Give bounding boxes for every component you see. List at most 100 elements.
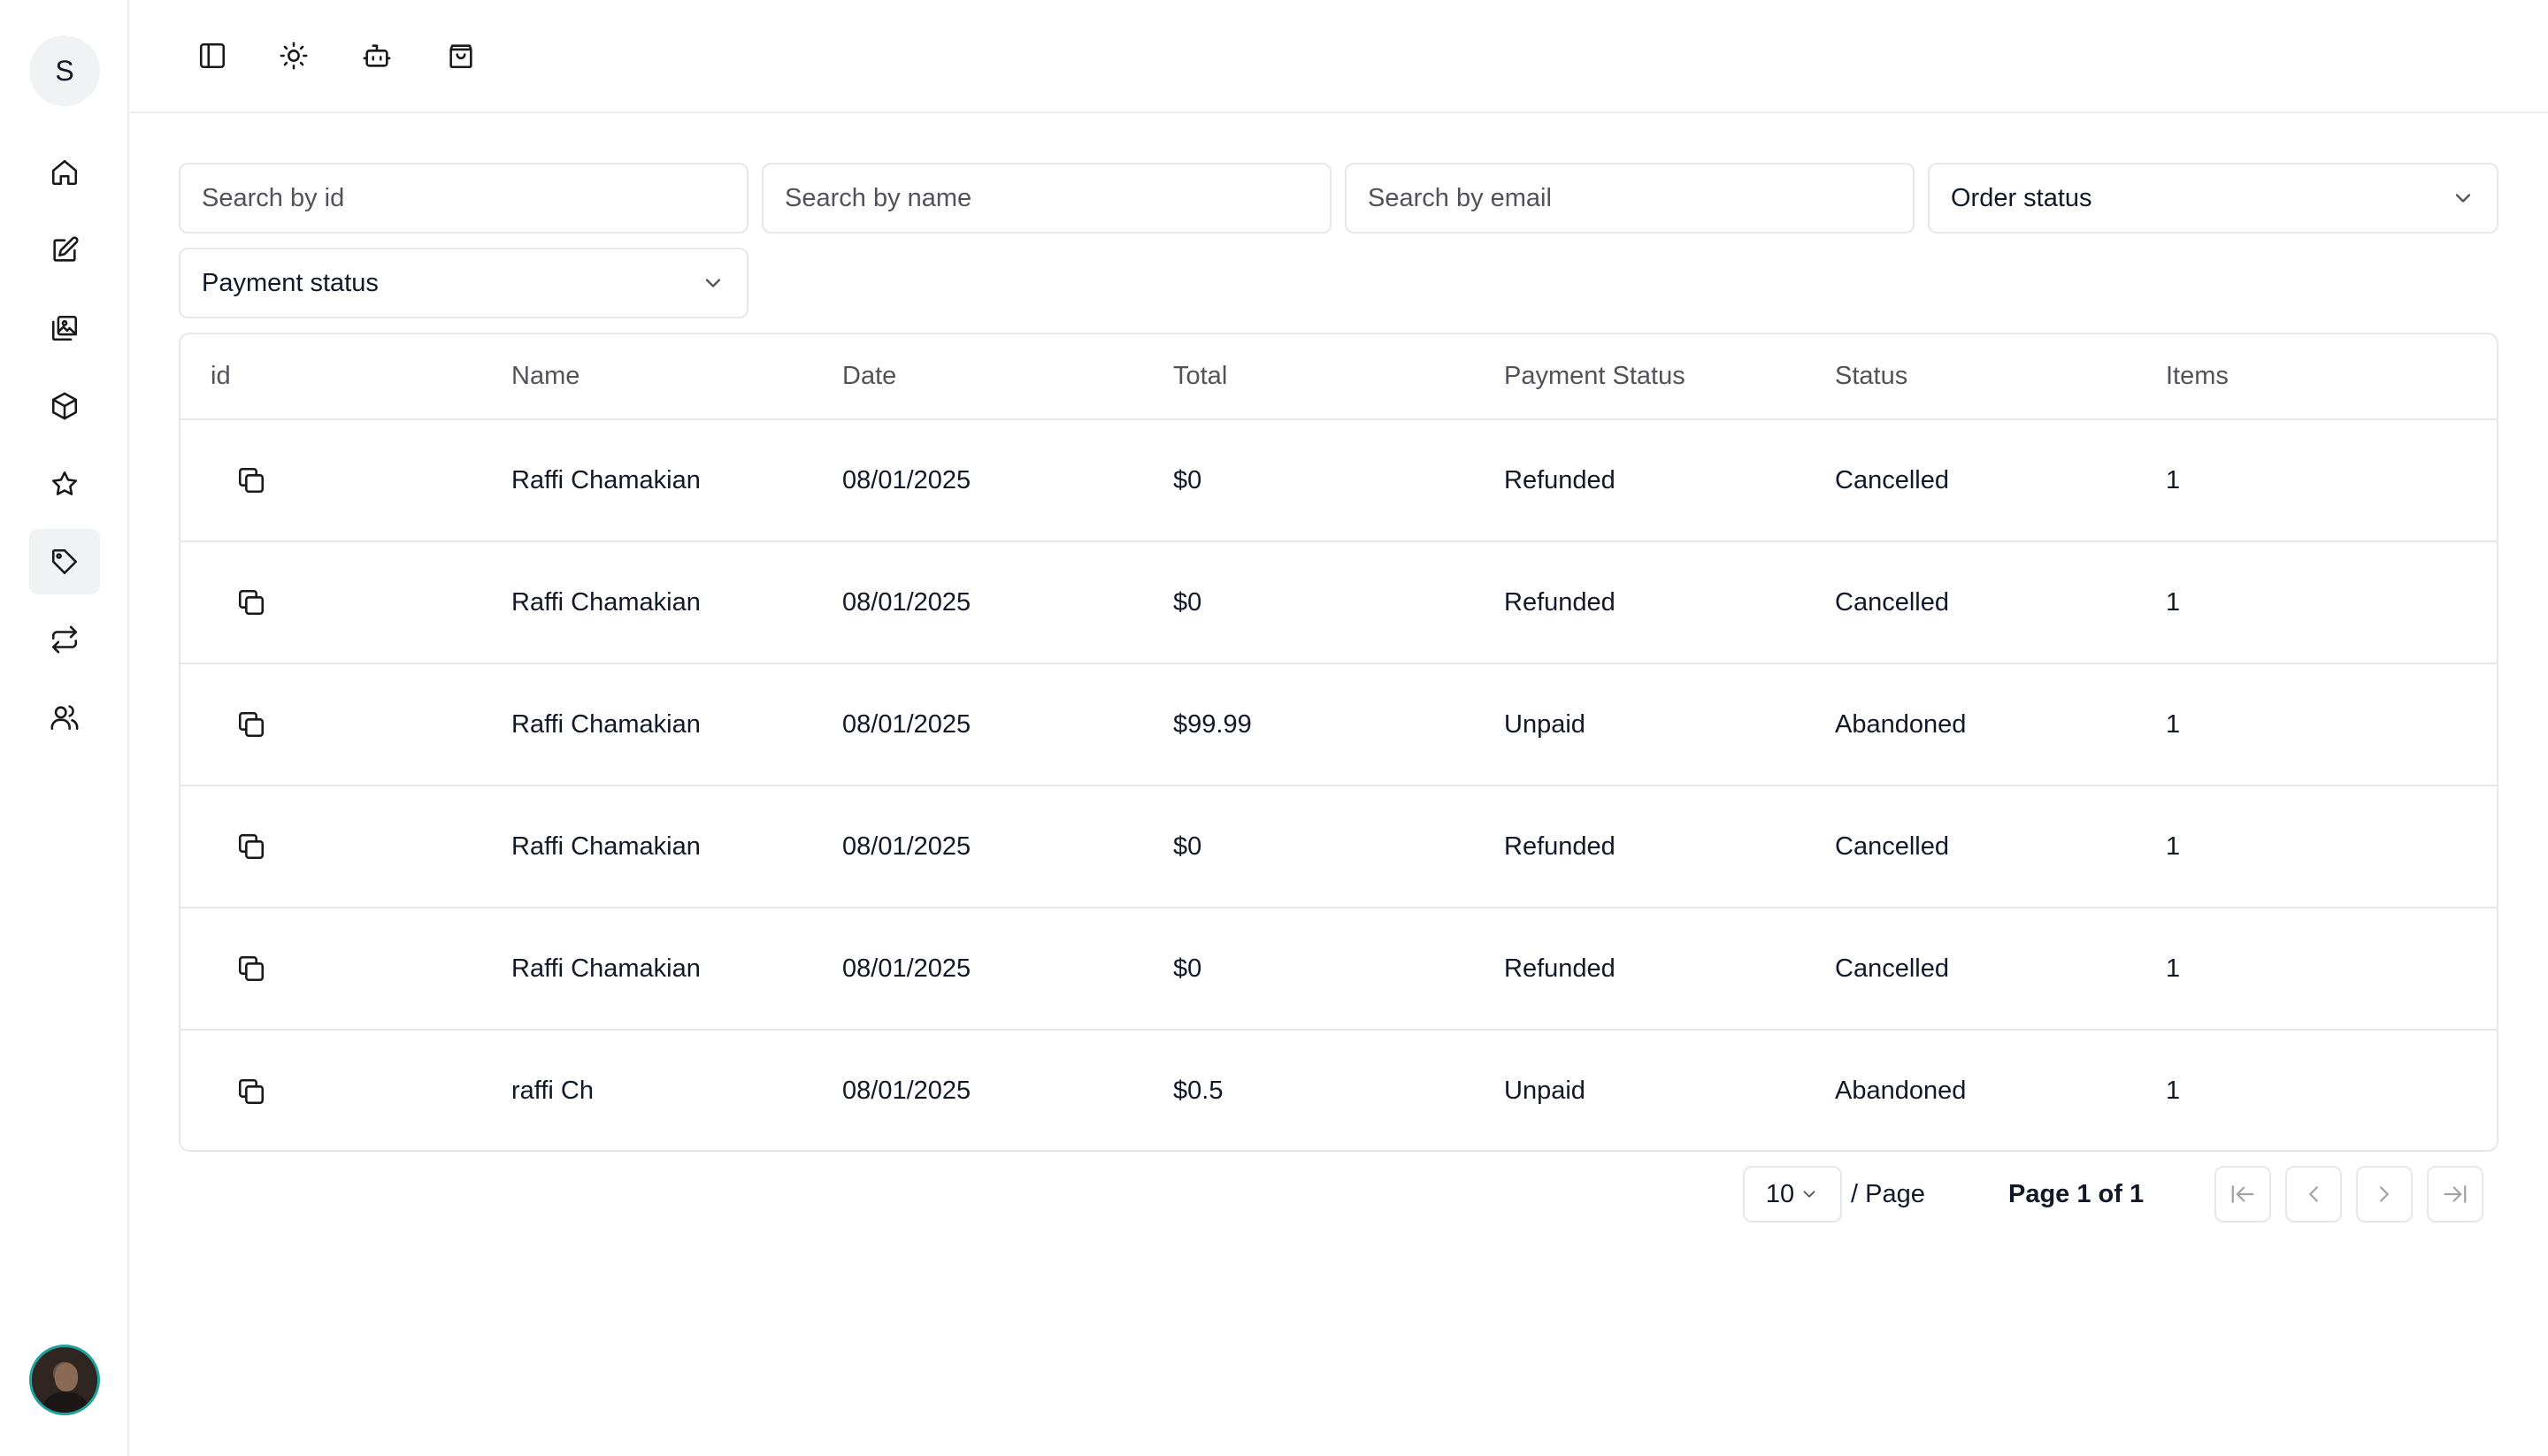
sidebar-item-transfers[interactable] [29, 607, 100, 672]
search-name-field[interactable] [762, 163, 1332, 234]
copy-id-button[interactable] [228, 1069, 274, 1115]
search-email-input[interactable] [1368, 183, 1892, 213]
date-cell: 08/01/2025 [842, 785, 1173, 908]
toggle-sidebar-button[interactable] [192, 35, 233, 76]
date-cell: 08/01/2025 [842, 663, 1173, 786]
order-status-select[interactable]: Order status [1928, 163, 2498, 234]
shopping-bag-icon [449, 44, 472, 69]
copy-id-button[interactable] [228, 579, 274, 625]
status-cell: Cancelled [1835, 541, 2166, 664]
search-email-field[interactable] [1345, 163, 1915, 234]
items-cell: 1 [2166, 1077, 2181, 1105]
copy-icon [238, 589, 265, 616]
id-cell [180, 541, 511, 664]
sidebar-item-edit[interactable] [29, 218, 100, 283]
chevron-down-icon [2455, 194, 2471, 203]
copy-id-button[interactable] [228, 701, 274, 747]
arrow-right-to-line-icon [2444, 1185, 2467, 1203]
items-cell: 1 [2166, 541, 2497, 664]
table-row[interactable]: Raffi Chamakian 08/01/2025 $0 Refunded C… [180, 785, 2497, 908]
payment-status-cell: Refunded [1504, 908, 1835, 1031]
avatar-face-shape [55, 1363, 78, 1391]
assistant-button[interactable] [357, 35, 397, 76]
sidebar-item-gallery[interactable] [29, 295, 100, 361]
table-row[interactable]: Raffi Chamakian 08/01/2025 $0 Refunded C… [180, 541, 2497, 664]
total-cell: $0 [1173, 541, 1504, 664]
column-header-items[interactable]: Items [2166, 334, 2497, 420]
items-cell: 1 [2166, 908, 2497, 1031]
id-cell [180, 785, 511, 908]
search-name-input[interactable] [785, 183, 1309, 213]
search-id-input[interactable] [202, 183, 725, 213]
users-icon [50, 705, 79, 731]
top-toolbar [129, 0, 2548, 113]
date-cell: 08/01/2025 [842, 1077, 971, 1105]
copy-icon [238, 833, 265, 860]
column-header-payment-status[interactable]: Payment Status [1504, 334, 1835, 420]
table-row[interactable]: raffi Ch 08/01/2025 $0.5 Unpaid Abandone… [180, 1030, 2497, 1150]
total-cell: $0.5 [1173, 1077, 1224, 1105]
store-button[interactable] [441, 35, 481, 76]
table-row[interactable]: Raffi Chamakian 08/01/2025 $0 Refunded C… [180, 908, 2497, 1031]
star-icon [51, 471, 78, 495]
sidebar-item-home[interactable] [29, 140, 100, 205]
status-cell: Cancelled [1835, 908, 2166, 1031]
id-cell [180, 908, 511, 1031]
payment-status-cell: Refunded [1504, 419, 1835, 542]
payment-status-cell: Refunded [1504, 541, 1835, 664]
theme-toggle-button[interactable] [273, 35, 314, 76]
chevron-right-icon [2380, 1186, 2389, 1202]
payment-status-label: Payment status [202, 268, 379, 297]
page-size-value: 10 [1765, 1179, 1795, 1208]
gallery-icon [51, 315, 78, 341]
last-page-button[interactable] [2427, 1166, 2483, 1222]
payment-status-select[interactable]: Payment status [179, 248, 748, 318]
total-cell: $0 [1173, 785, 1504, 908]
tag-icon [51, 548, 78, 575]
page-info: Page 1 of 1 [2008, 1180, 2145, 1208]
copy-id-button[interactable] [228, 824, 274, 870]
column-header-date[interactable]: Date [842, 334, 1173, 420]
user-avatar[interactable] [29, 1345, 100, 1415]
arrow-left-to-line-icon [2231, 1185, 2254, 1203]
column-header-id[interactable]: id [180, 334, 511, 420]
previous-page-button[interactable] [2285, 1166, 2342, 1222]
column-header-total[interactable]: Total [1173, 334, 1504, 420]
avatar-body-shape [42, 1391, 88, 1413]
payment-status-cell: Unpaid [1504, 663, 1835, 786]
copy-id-button[interactable] [228, 946, 274, 992]
name-cell: Raffi Chamakian [511, 419, 842, 542]
chevron-left-icon [2309, 1186, 2318, 1202]
sidebar-item-favorites[interactable] [29, 451, 100, 517]
edit-icon [53, 236, 79, 262]
sidebar-item-customers[interactable] [29, 685, 100, 750]
items-cell: 1 [2166, 785, 2497, 908]
total-cell: $0 [1173, 908, 1504, 1031]
column-header-name[interactable]: Name [511, 334, 842, 420]
chevron-down-icon [1803, 1191, 1815, 1198]
order-status-label: Order status [1951, 183, 2092, 212]
copy-icon [238, 467, 265, 494]
copy-icon [238, 1078, 265, 1104]
table-row[interactable]: Raffi Chamakian 08/01/2025 $0 Refunded C… [180, 419, 2497, 542]
page-size-select[interactable]: 10 [1743, 1166, 1842, 1222]
name-cell: Raffi Chamakian [511, 908, 842, 1031]
first-page-button[interactable] [2214, 1166, 2271, 1222]
sidebar-item-products[interactable] [29, 373, 100, 439]
column-header-status[interactable]: Status [1835, 334, 2166, 420]
search-id-field[interactable] [179, 163, 748, 234]
sun-icon [280, 42, 308, 70]
table-row[interactable]: Raffi Chamakian 08/01/2025 $99.99 Unpaid… [180, 663, 2497, 786]
home-icon [51, 159, 78, 186]
brand-logo[interactable]: S [29, 35, 100, 106]
total-cell: $99.99 [1173, 663, 1504, 786]
payment-status-cell: Unpaid [1504, 1077, 1585, 1105]
name-cell: Raffi Chamakian [511, 663, 842, 786]
copy-id-button[interactable] [228, 457, 274, 503]
sidebar-item-orders[interactable] [29, 529, 100, 594]
status-cell: Abandoned [1835, 1077, 1967, 1105]
id-cell [180, 663, 511, 786]
next-page-button[interactable] [2356, 1166, 2413, 1222]
status-cell: Cancelled [1835, 419, 2166, 542]
total-cell: $0 [1173, 419, 1504, 542]
